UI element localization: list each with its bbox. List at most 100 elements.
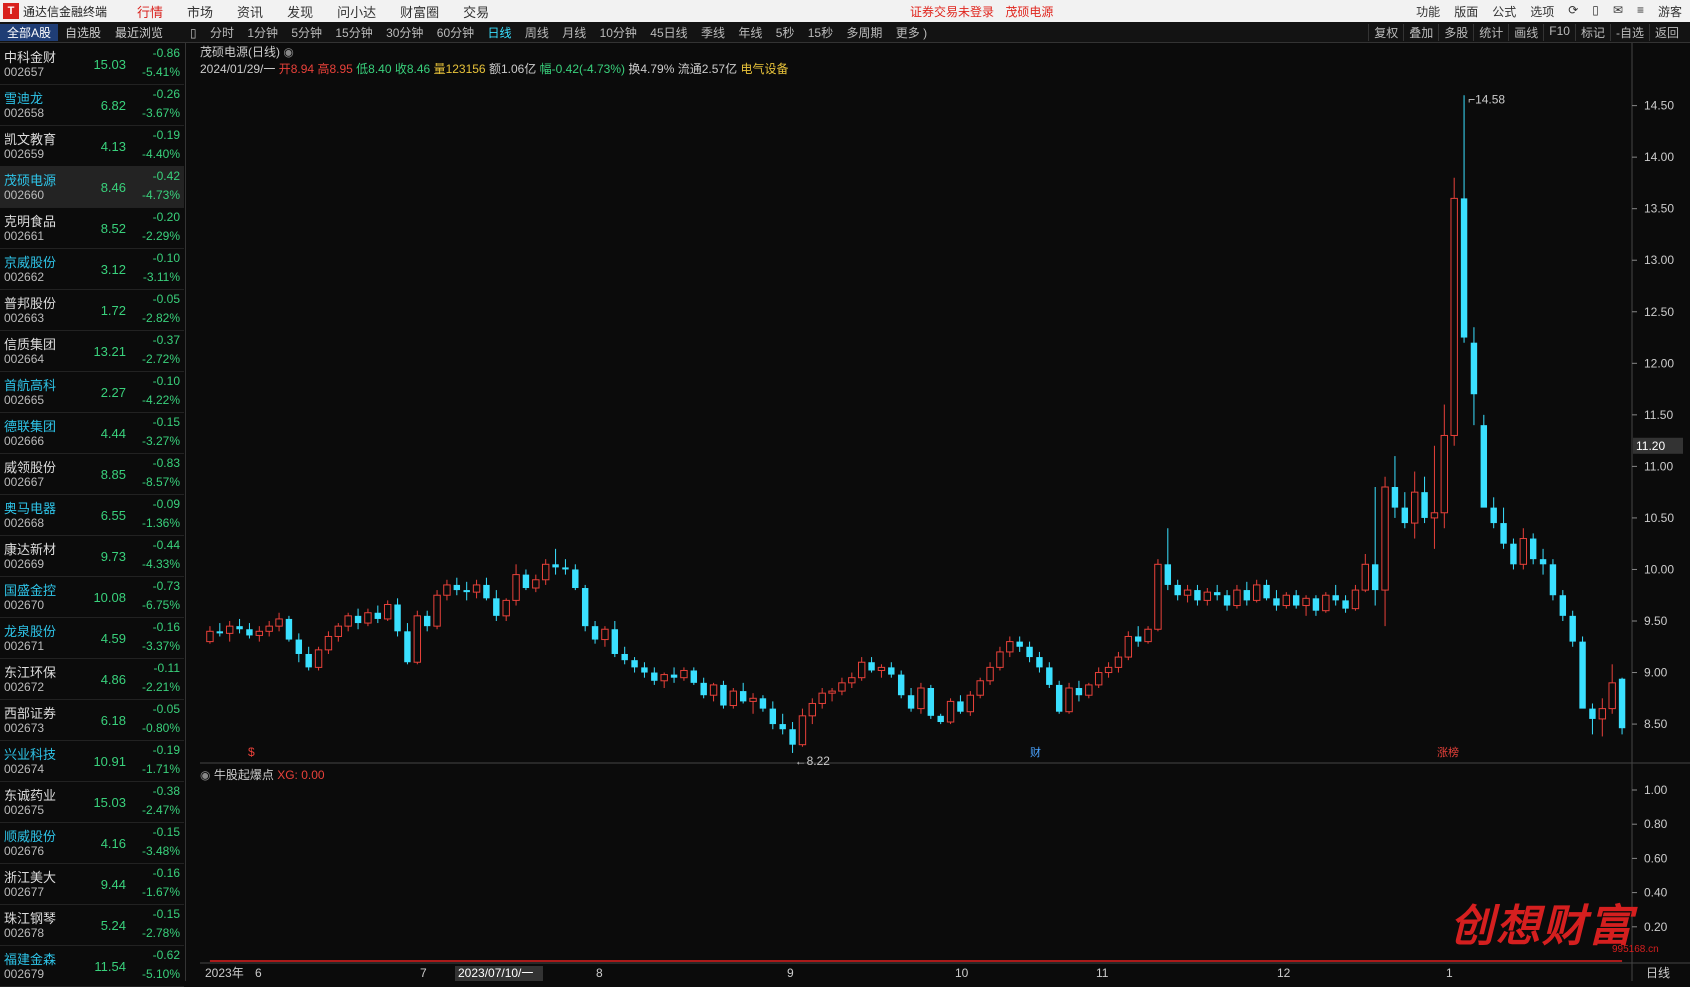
candle-body-up bbox=[1322, 594, 1330, 612]
candle-body-down bbox=[246, 629, 253, 636]
candle-body-up bbox=[225, 625, 234, 634]
candle-body-down bbox=[493, 598, 500, 616]
date-tick-label: 2023年 bbox=[205, 966, 244, 980]
price-tick-label: 11.00 bbox=[1644, 459, 1673, 473]
candle-body-up bbox=[1065, 687, 1073, 713]
candle-body-up bbox=[1361, 563, 1370, 591]
price-tick-label: 12.00 bbox=[1644, 356, 1674, 370]
candle-body-down bbox=[295, 639, 303, 654]
candle-body-up bbox=[798, 715, 807, 746]
candle-body-up bbox=[1124, 635, 1133, 658]
date-tick-label: 日线 bbox=[1646, 966, 1670, 980]
candle-body-down bbox=[769, 708, 777, 725]
candle-body-up bbox=[206, 630, 214, 643]
candle-body-down bbox=[690, 670, 698, 683]
candle-body-down bbox=[394, 604, 401, 632]
date-tick-label: 1 bbox=[1446, 966, 1453, 980]
price-tick-label: 13.50 bbox=[1644, 202, 1674, 216]
candle-body-down bbox=[552, 564, 559, 568]
kline-chart[interactable]: 14.5014.0013.5013.0012.5012.0011.5011.00… bbox=[0, 0, 1690, 981]
candle-body-down bbox=[739, 691, 747, 702]
candle-body-down bbox=[789, 729, 796, 745]
candle-body-down bbox=[374, 612, 382, 619]
candle-body-up bbox=[996, 651, 1004, 668]
candle-body-up bbox=[877, 666, 886, 671]
candle-body-up bbox=[749, 697, 757, 702]
candle-body-down bbox=[1164, 564, 1172, 585]
candle-body-up bbox=[1006, 641, 1014, 653]
candle-body-down bbox=[897, 674, 905, 696]
candle-body-down bbox=[1292, 595, 1300, 606]
candle-body-up bbox=[848, 677, 856, 684]
event-marker-finance[interactable]: 财 bbox=[1030, 745, 1041, 759]
date-tick-label: 11 bbox=[1096, 966, 1109, 980]
candle-body-up bbox=[729, 690, 738, 707]
candle-body-down bbox=[1470, 342, 1478, 395]
candle-body-up bbox=[1183, 589, 1192, 596]
candle-body-up bbox=[946, 700, 955, 723]
candle-body-down bbox=[1174, 584, 1181, 596]
candle-body-down bbox=[888, 667, 895, 675]
event-marker-limit-up[interactable]: 涨榜 bbox=[1437, 745, 1459, 759]
candle-body-down bbox=[1055, 684, 1063, 712]
candle-body-up bbox=[1430, 512, 1439, 519]
cursor-price-label: 11.20 bbox=[1636, 439, 1665, 453]
candle-body-down bbox=[670, 674, 678, 678]
candle-body-up bbox=[472, 584, 481, 593]
candle-body-up bbox=[1608, 682, 1616, 710]
price-tick-label: 8.50 bbox=[1644, 717, 1668, 731]
candle-body-down bbox=[216, 631, 224, 634]
candle-body-up bbox=[1094, 672, 1103, 686]
candle-body-up bbox=[808, 702, 817, 717]
candle-body-up bbox=[502, 599, 510, 617]
candle-body-down bbox=[631, 660, 638, 668]
candle-body-down bbox=[927, 688, 935, 716]
candle-body-up bbox=[1351, 589, 1360, 610]
date-tick-label: 9 bbox=[787, 966, 794, 980]
candle-body-up bbox=[541, 563, 550, 581]
candle-body-up bbox=[1144, 628, 1152, 643]
candle-body-up bbox=[1410, 491, 1419, 524]
candle-body-down bbox=[779, 724, 786, 730]
candle-body-down bbox=[907, 695, 915, 709]
candle-body-down bbox=[1223, 595, 1231, 606]
candle-body-up bbox=[1440, 434, 1449, 514]
price-tick-label: 12.50 bbox=[1644, 305, 1674, 319]
candle-body-up bbox=[1450, 197, 1458, 436]
candle-body-up bbox=[443, 584, 451, 596]
candle-body-down bbox=[285, 618, 293, 640]
candle-body-up bbox=[917, 687, 925, 710]
candle-body-down bbox=[591, 626, 599, 640]
indicator-tick-label: 0.40 bbox=[1644, 886, 1668, 900]
candle-body-down bbox=[1421, 492, 1428, 518]
high-price-label: ⌐14.58 bbox=[1468, 92, 1505, 106]
candle-body-up bbox=[818, 692, 826, 704]
candle-body-down bbox=[1500, 523, 1507, 544]
price-tick-label: 9.00 bbox=[1644, 666, 1668, 680]
candle-body-down bbox=[1549, 564, 1557, 596]
date-tick-label: 7 bbox=[420, 966, 427, 980]
candle-body-up bbox=[532, 579, 540, 589]
candle-body-up bbox=[383, 604, 392, 620]
candle-body-up bbox=[324, 635, 333, 651]
candle-body-up bbox=[433, 594, 441, 627]
event-marker-dollar[interactable]: $ bbox=[248, 745, 255, 759]
candle-body-up bbox=[709, 684, 718, 696]
candle-body-down bbox=[641, 667, 648, 673]
price-tick-label: 14.50 bbox=[1644, 99, 1674, 113]
price-tick-label: 9.50 bbox=[1644, 614, 1668, 628]
price-tick-label: 10.50 bbox=[1644, 511, 1674, 525]
candle-body-down bbox=[700, 682, 707, 696]
candle-body-up bbox=[857, 661, 866, 679]
candle-body-up bbox=[1302, 597, 1310, 607]
candle-body-down bbox=[1332, 595, 1339, 601]
candle-body-down bbox=[1510, 543, 1517, 565]
candle-body-up bbox=[1519, 538, 1528, 565]
candle-body-up bbox=[512, 574, 520, 601]
candle-body-up bbox=[1114, 656, 1123, 668]
candle-body-up bbox=[966, 694, 975, 713]
candle-body-down bbox=[572, 569, 579, 589]
candle-body-down bbox=[621, 653, 628, 661]
candle-body-down bbox=[1559, 595, 1567, 616]
candle-body-down bbox=[1529, 538, 1537, 560]
